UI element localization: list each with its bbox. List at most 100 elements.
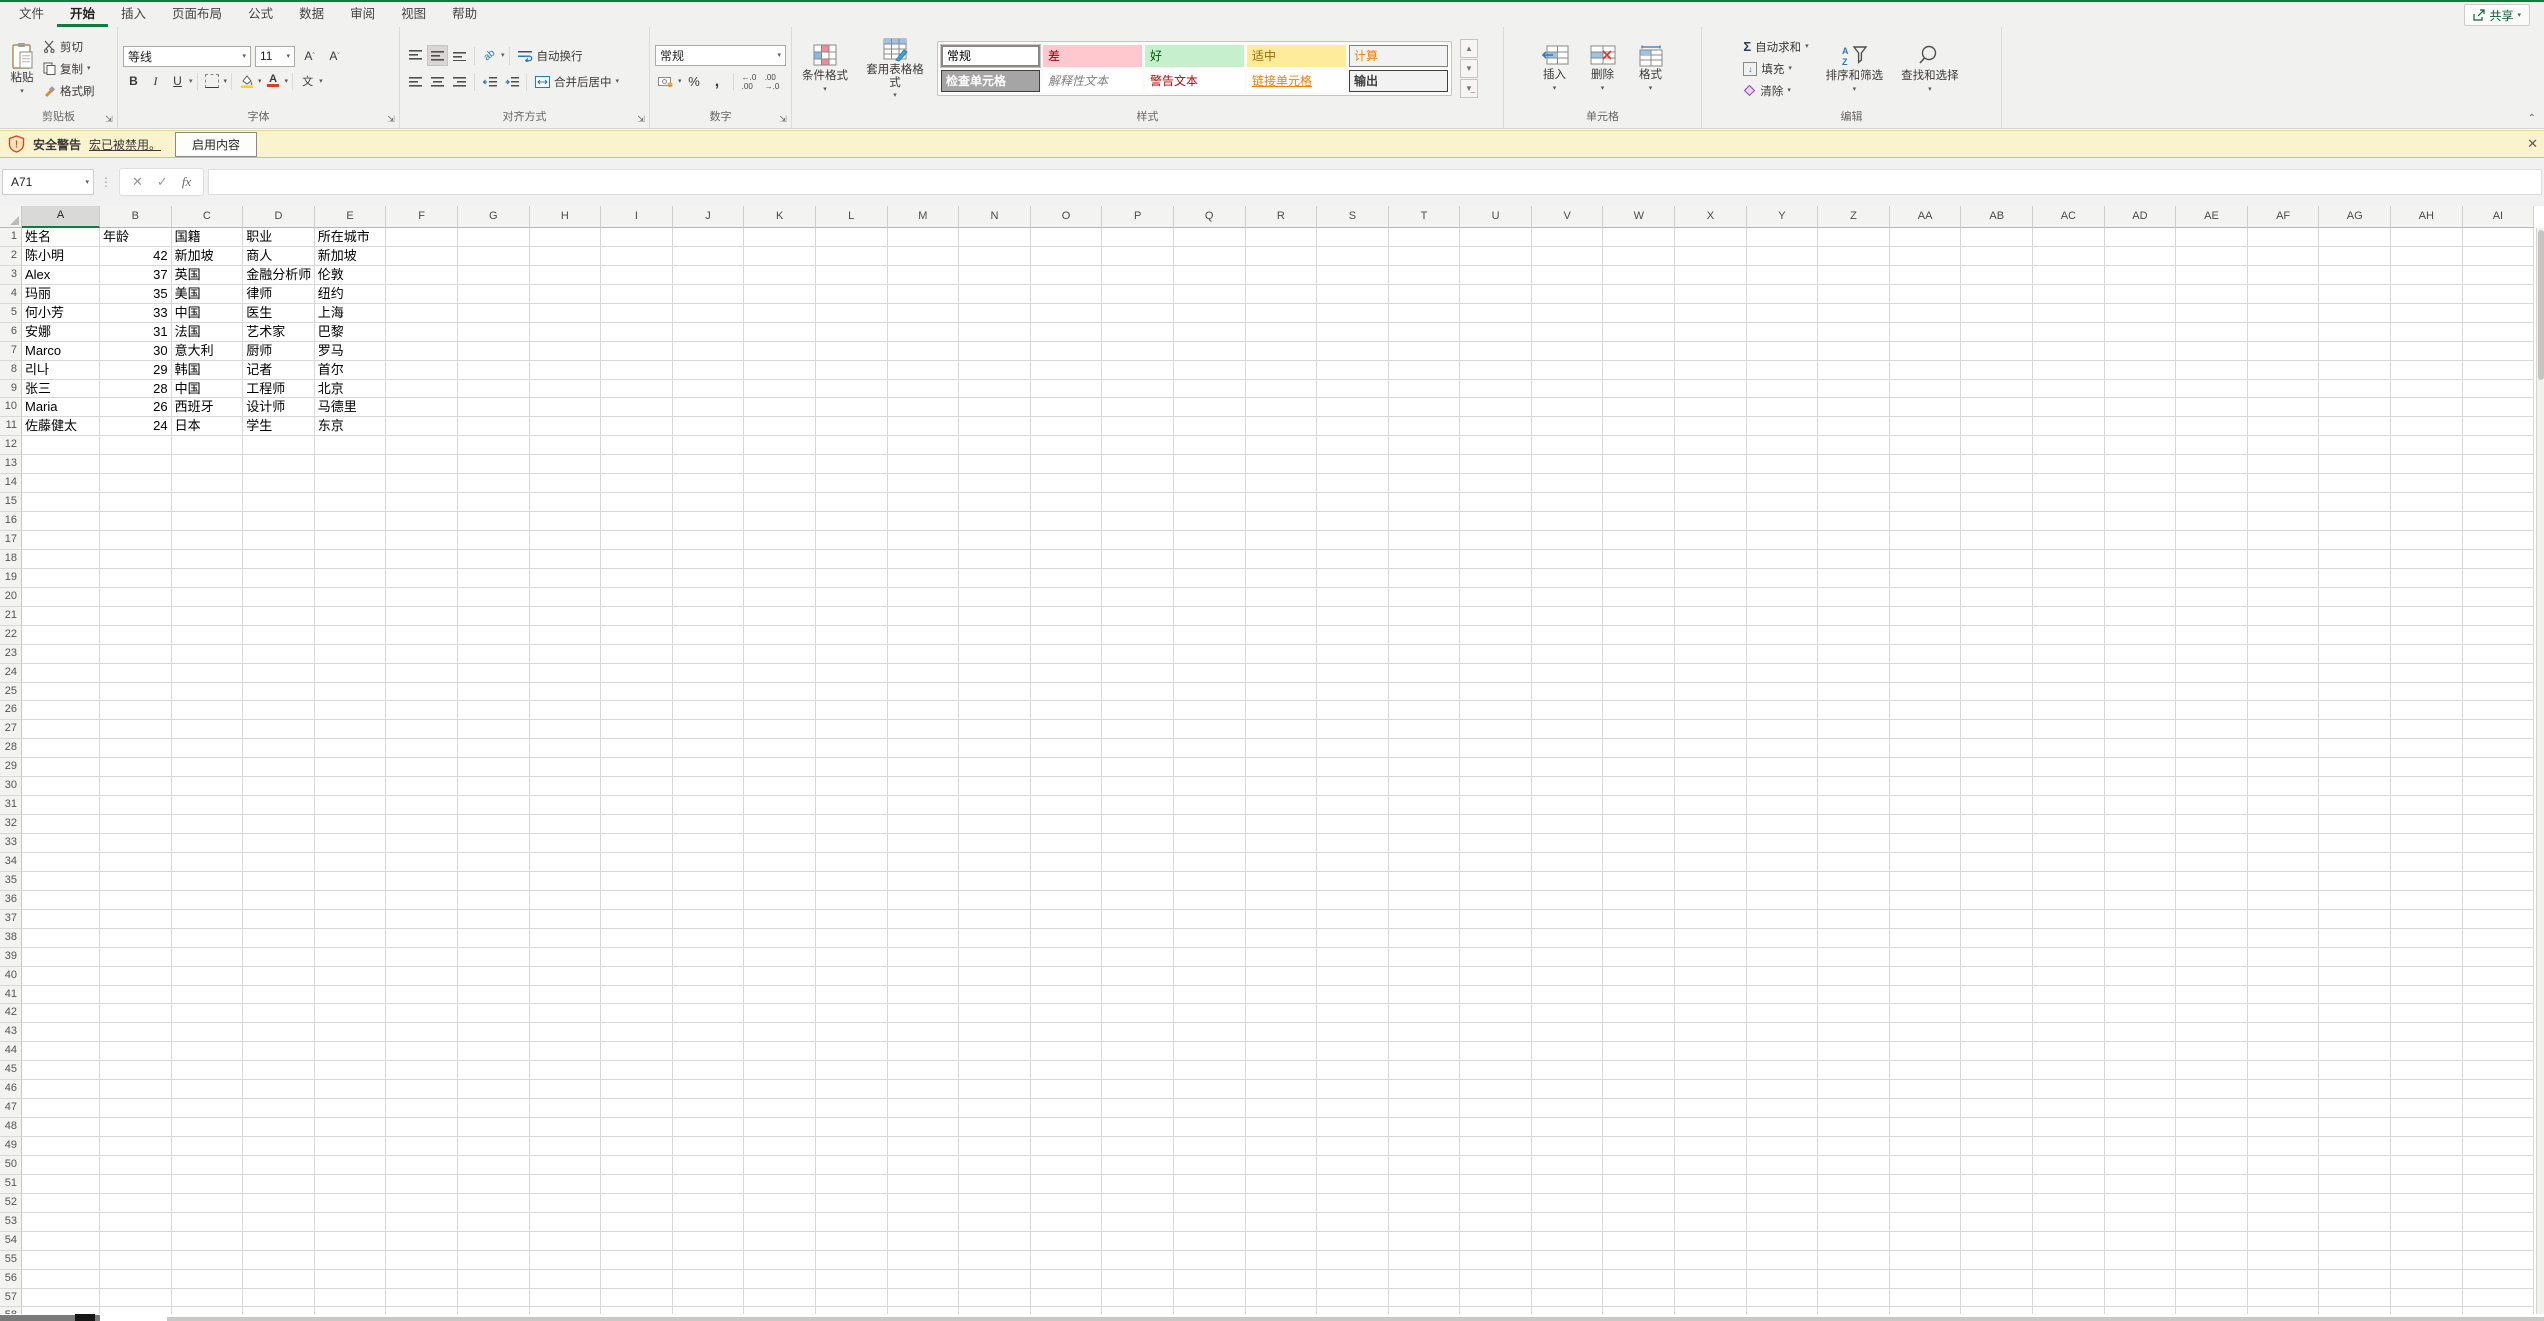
cell-Q35[interactable]	[1174, 872, 1246, 891]
cell-F9[interactable]	[386, 380, 458, 399]
cell-P9[interactable]	[1102, 380, 1174, 399]
borders-button[interactable]	[202, 71, 223, 92]
tab-home[interactable]: 开始	[57, 0, 108, 27]
cell-AB32[interactable]	[1961, 815, 2033, 834]
cell-AG38[interactable]	[2319, 929, 2391, 948]
row-header-54[interactable]: 54	[0, 1232, 22, 1251]
cell-P45[interactable]	[1102, 1061, 1174, 1080]
cell-AF57[interactable]	[2248, 1289, 2320, 1308]
row-header-41[interactable]: 41	[0, 986, 22, 1005]
column-header-W[interactable]: W	[1603, 206, 1675, 228]
shrink-font-button[interactable]: Aˇ	[324, 46, 345, 67]
cell-M2[interactable]	[888, 247, 960, 266]
cell-D34[interactable]	[243, 853, 315, 872]
row-header-52[interactable]: 52	[0, 1194, 22, 1213]
cell-AD30[interactable]	[2105, 777, 2177, 796]
gallery-up-icon[interactable]: ▲	[1460, 39, 1478, 58]
cell-AB29[interactable]	[1961, 758, 2033, 777]
cell-S4[interactable]	[1317, 285, 1389, 304]
cell-AH53[interactable]	[2391, 1213, 2463, 1232]
cell-Y8[interactable]	[1747, 361, 1819, 380]
vertical-scrollbar[interactable]	[2536, 228, 2544, 1314]
cell-O38[interactable]	[1031, 929, 1103, 948]
cell-S38[interactable]	[1317, 929, 1389, 948]
cell-P38[interactable]	[1102, 929, 1174, 948]
cell-G43[interactable]	[458, 1023, 530, 1042]
cell-P13[interactable]	[1102, 455, 1174, 474]
cell-Y30[interactable]	[1747, 777, 1819, 796]
cell-Y26[interactable]	[1747, 701, 1819, 720]
cell-T40[interactable]	[1389, 967, 1461, 986]
chevron-down-icon[interactable]: ▾	[501, 52, 505, 59]
cell-R4[interactable]	[1246, 285, 1318, 304]
cell-H14[interactable]	[530, 474, 602, 493]
cell-X31[interactable]	[1675, 796, 1747, 815]
cell-Z21[interactable]	[1818, 607, 1890, 626]
cell-N43[interactable]	[959, 1023, 1031, 1042]
cell-A13[interactable]	[22, 455, 100, 474]
cell-Y7[interactable]	[1747, 342, 1819, 361]
align-bottom-icon[interactable]	[449, 45, 470, 66]
cell-D52[interactable]	[243, 1194, 315, 1213]
column-header-AE[interactable]: AE	[2176, 206, 2248, 228]
cell-M17[interactable]	[888, 531, 960, 550]
cell-AG11[interactable]	[2319, 417, 2391, 436]
cell-N19[interactable]	[959, 569, 1031, 588]
cell-AA1[interactable]	[1890, 228, 1962, 247]
cell-AA22[interactable]	[1890, 626, 1962, 645]
cell-C11[interactable]: 日本	[172, 417, 244, 436]
cell-U5[interactable]	[1460, 304, 1532, 323]
cell-S3[interactable]	[1317, 266, 1389, 285]
cell-AF7[interactable]	[2248, 342, 2320, 361]
cell-AG6[interactable]	[2319, 323, 2391, 342]
cell-AA44[interactable]	[1890, 1042, 1962, 1061]
merge-center-button[interactable]: 合并后居中 ▾	[531, 71, 623, 93]
cell-AD31[interactable]	[2105, 796, 2177, 815]
cell-A51[interactable]	[22, 1175, 100, 1194]
cell-H39[interactable]	[530, 948, 602, 967]
cell-AA56[interactable]	[1890, 1270, 1962, 1289]
cell-L18[interactable]	[816, 550, 888, 569]
cell-E4[interactable]: 纽约	[315, 285, 387, 304]
cell-AF10[interactable]	[2248, 398, 2320, 417]
cell-L34[interactable]	[816, 853, 888, 872]
cell-M13[interactable]	[888, 455, 960, 474]
cell-H24[interactable]	[530, 664, 602, 683]
cell-AA18[interactable]	[1890, 550, 1962, 569]
cell-R5[interactable]	[1246, 304, 1318, 323]
share-button[interactable]: 共享 ▾	[2464, 4, 2530, 26]
cell-M28[interactable]	[888, 739, 960, 758]
cell-J24[interactable]	[673, 664, 745, 683]
cell-H52[interactable]	[530, 1194, 602, 1213]
cell-C25[interactable]	[172, 683, 244, 702]
cell-G17[interactable]	[458, 531, 530, 550]
cell-S27[interactable]	[1317, 720, 1389, 739]
cell-AG17[interactable]	[2319, 531, 2391, 550]
cell-A15[interactable]	[22, 493, 100, 512]
cell-V41[interactable]	[1532, 986, 1604, 1005]
cell-Q38[interactable]	[1174, 929, 1246, 948]
cell-P33[interactable]	[1102, 834, 1174, 853]
row-header-43[interactable]: 43	[0, 1023, 22, 1042]
clear-button[interactable]: 清除 ▾	[1739, 80, 1812, 102]
cell-J53[interactable]	[673, 1213, 745, 1232]
row-header-38[interactable]: 38	[0, 929, 22, 948]
cell-R22[interactable]	[1246, 626, 1318, 645]
cell-E22[interactable]	[315, 626, 387, 645]
cell-F51[interactable]	[386, 1175, 458, 1194]
cell-U19[interactable]	[1460, 569, 1532, 588]
cell-P5[interactable]	[1102, 304, 1174, 323]
cell-X25[interactable]	[1675, 683, 1747, 702]
cell-AC31[interactable]	[2033, 796, 2105, 815]
cell-F11[interactable]	[386, 417, 458, 436]
cell-AC32[interactable]	[2033, 815, 2105, 834]
cell-Q32[interactable]	[1174, 815, 1246, 834]
cell-C27[interactable]	[172, 720, 244, 739]
cell-D26[interactable]	[243, 701, 315, 720]
cell-X1[interactable]	[1675, 228, 1747, 247]
cell-AB2[interactable]	[1961, 247, 2033, 266]
underline-button[interactable]: U	[167, 71, 188, 92]
cell-S10[interactable]	[1317, 398, 1389, 417]
cell-B7[interactable]: 30	[100, 342, 172, 361]
cell-AA52[interactable]	[1890, 1194, 1962, 1213]
